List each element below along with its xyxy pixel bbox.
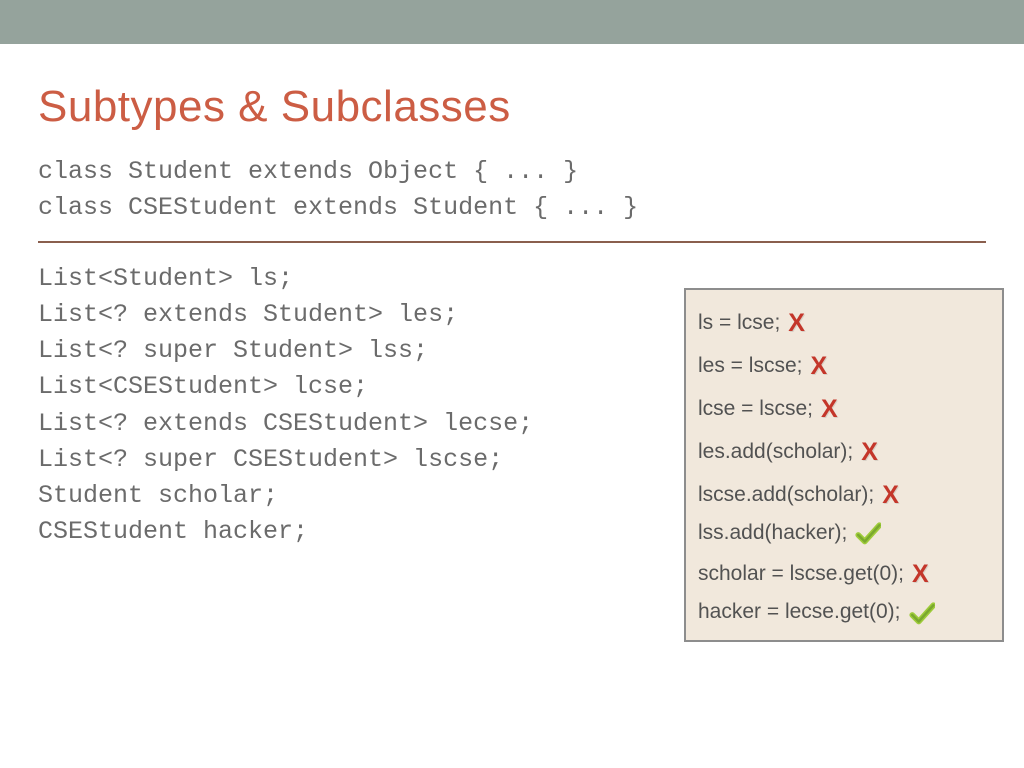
check-icon — [909, 596, 935, 632]
callout-row: lss.add(hacker); — [698, 515, 992, 551]
callout-row: lcse = lscse; X — [698, 386, 992, 429]
slide-title: Subtypes & Subclasses — [38, 82, 986, 132]
callout-row: scholar = lscse.get(0); X — [698, 551, 992, 594]
callout-text: les = lscse; — [698, 348, 802, 384]
class-def-line: class CSEStudent extends Student { ... } — [38, 190, 986, 226]
x-icon: X — [861, 431, 878, 474]
divider — [38, 241, 986, 243]
x-icon: X — [821, 388, 838, 431]
callout-text: scholar = lscse.get(0); — [698, 556, 904, 592]
x-icon: X — [912, 553, 929, 596]
callout-text: lss.add(hacker); — [698, 515, 847, 551]
x-icon: X — [882, 474, 899, 517]
x-icon: X — [788, 302, 805, 345]
callout-row: les.add(scholar); X — [698, 429, 992, 472]
callout-text: ls = lcse; — [698, 305, 780, 341]
results-callout: ls = lcse; X les = lscse; X lcse = lscse… — [684, 288, 1004, 642]
callout-text: lscse.add(scholar); — [698, 477, 874, 513]
callout-row: hacker = lecse.get(0); — [698, 594, 992, 630]
callout-row: les = lscse; X — [698, 343, 992, 386]
callout-row: lscse.add(scholar); X — [698, 472, 992, 515]
x-icon: X — [810, 345, 827, 388]
callout-text: hacker = lecse.get(0); — [698, 594, 901, 630]
class-def-line: class Student extends Object { ... } — [38, 154, 986, 190]
callout-text: lcse = lscse; — [698, 391, 813, 427]
slide-top-bar — [0, 0, 1024, 44]
callout-text: les.add(scholar); — [698, 434, 853, 470]
callout-row: ls = lcse; X — [698, 300, 992, 343]
check-icon — [855, 517, 881, 553]
